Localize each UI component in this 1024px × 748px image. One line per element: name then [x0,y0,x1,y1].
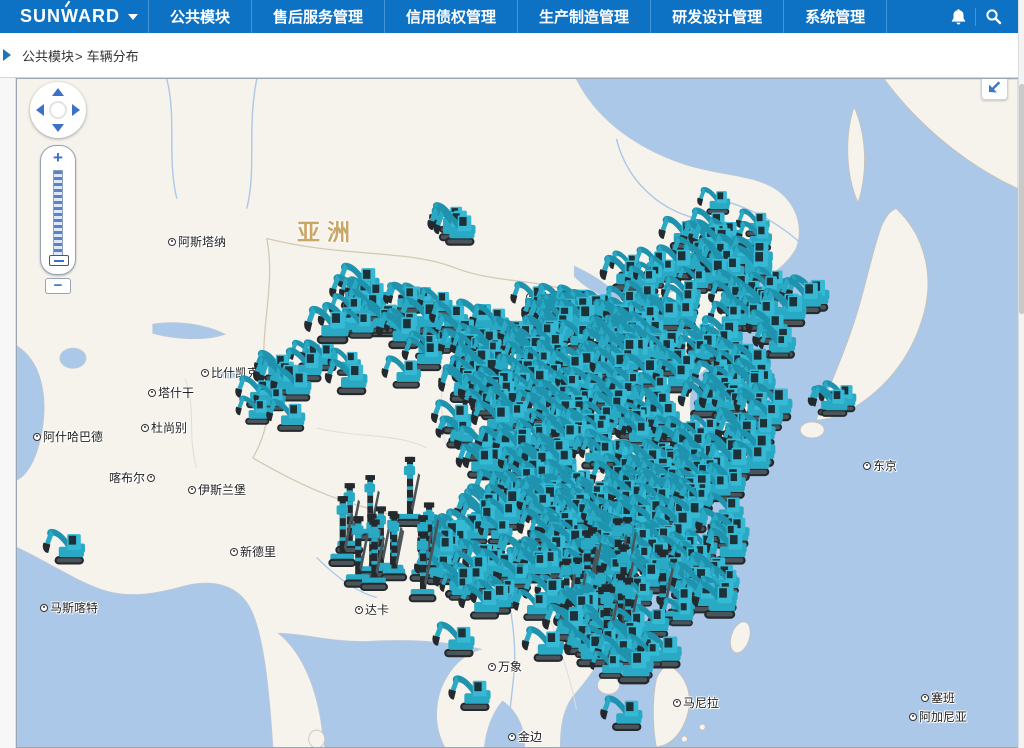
nav-item-system-mgmt[interactable]: 系统管理 [783,0,887,33]
pan-left-button[interactable] [36,104,44,116]
main-menu: 公共模块 售后服务管理 信用债权管理 生产制造管理 研发设计管理 系统管理 [148,0,887,33]
collapsed-sidebar-strip [0,78,16,748]
nav-item-manufacturing[interactable]: 生产制造管理 [517,0,650,33]
scrollbar-thumb[interactable] [1019,84,1024,314]
sidebar-expand-arrow[interactable] [3,49,11,61]
excavator-marker[interactable] [432,622,474,658]
excavator-marker[interactable] [513,589,551,621]
map-pan-control [30,82,86,138]
top-navbar: SUNWARD 公共模块 售后服务管理 信用债权管理 生产制造管理 研发设计管理… [0,0,1024,33]
excavator-marker[interactable] [522,626,564,662]
nav-item-public-module[interactable]: 公共模块 [148,0,251,33]
excavator-marker[interactable] [304,306,349,344]
chevron-down-icon [128,14,138,20]
pan-right-button[interactable] [72,104,80,116]
vehicle-distribution-map[interactable]: 亚洲 阿斯塔纳乌兰巴托比什凯克塔什干杜尚别阿什哈巴德喀布尔伊斯兰堡新德里马斯喀特… [16,78,1018,748]
nav-item-aftersales-service[interactable]: 售后服务管理 [251,0,384,33]
excavator-marker[interactable] [448,675,490,711]
excavator-marker[interactable] [600,695,642,731]
collapse-map-button[interactable] [981,78,1008,100]
excavator-marker[interactable] [382,355,421,388]
nav-item-rd-design[interactable]: 研发设计管理 [650,0,783,33]
breadcrumb-page: 车辆分布 [87,49,139,64]
excavator-marker[interactable] [43,529,85,565]
breadcrumb-separator: > [75,49,83,64]
navbar-right-tools [941,0,1024,33]
arrow-down-left-icon [987,79,1002,94]
pan-down-button[interactable] [52,124,64,132]
breadcrumb-section[interactable]: 公共模块 [22,49,74,64]
breadcrumb-bar: 公共模块> 车辆分布 [0,33,1024,78]
page-scrollbar[interactable] [1018,0,1024,748]
bell-icon[interactable] [941,0,975,33]
pan-center-button[interactable] [49,101,67,119]
search-icon[interactable] [976,0,1010,33]
excavator-marker[interactable] [266,399,305,432]
breadcrumb: 公共模块> 车辆分布 [22,46,139,65]
vehicle-markers-layer [17,79,1018,747]
brand-logo[interactable]: SUNWARD [0,0,148,33]
zoom-slider-handle[interactable] [49,255,69,266]
zoom-out-button[interactable]: − [45,278,71,294]
zoom-slider-track[interactable] [53,170,63,266]
zoom-in-button[interactable]: + [53,150,63,166]
nav-item-credit-claims[interactable]: 信用债权管理 [384,0,517,33]
map-zoom-control: + − [40,145,76,294]
pan-up-button[interactable] [52,88,64,96]
